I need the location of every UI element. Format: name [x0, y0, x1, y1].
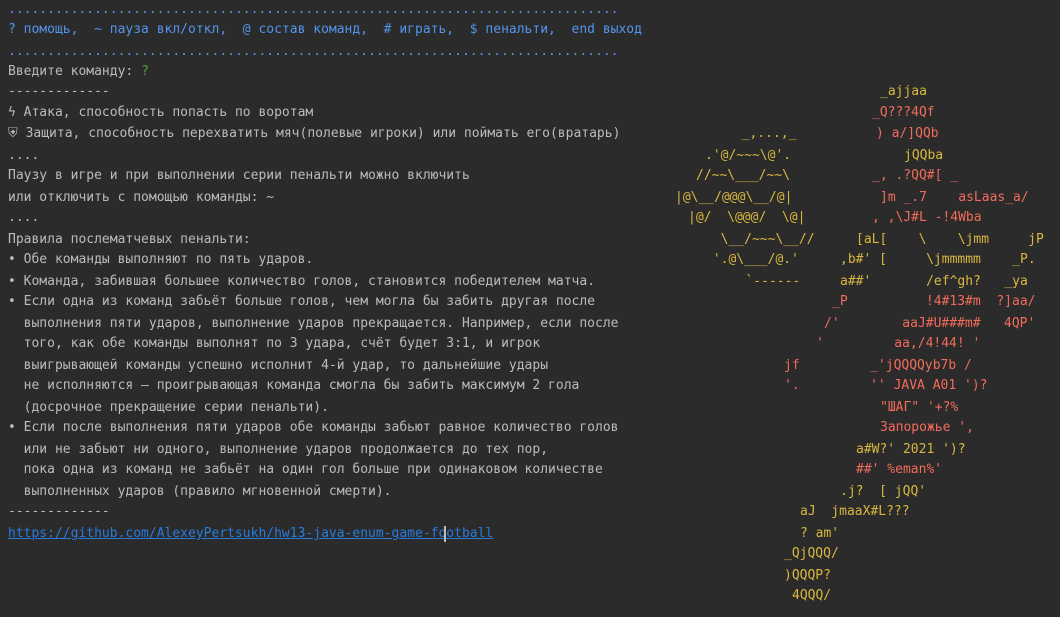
car-art-line: , ,\J#L -!4Wba [872, 210, 982, 225]
ball-art-line: _,...,_ [726, 126, 797, 141]
car-art-line: ##' %eman%' [856, 462, 943, 477]
car-art-line: .j? [ jQQ' [840, 484, 927, 499]
car-art-line: ]m _.7 asLaas_a/ [880, 190, 1029, 205]
ball-art-line: |@\__/@@@\__/@| [675, 190, 793, 205]
ball-art-line: .'@/~~~\@'. [705, 148, 792, 163]
ball-art-line: //~~\___/~~\ [696, 168, 790, 183]
car-art-line: a#W?' 2021 ')? [856, 442, 966, 457]
ball-art-line: \__/~~~\__// [705, 232, 815, 247]
dash-separator-bottom: ------------- [8, 504, 110, 519]
rule-line: выигрывающей команды успешно исполнит 4-… [8, 358, 549, 373]
command-prompt[interactable]: Введите команду: ? [8, 62, 149, 82]
car-art-line: ? am' [800, 526, 840, 541]
car-art-line: ' aa,/4!44! ' [816, 336, 981, 351]
car-art-line: _QjQQQ/ [784, 546, 839, 561]
ball-art-line: |@/ \@@@/ \@| [688, 210, 806, 225]
rule-line: • Команда, забившая большее количество г… [8, 274, 595, 289]
attack-line: ϟ Атака, способность попасть по воротам [8, 105, 314, 120]
rule-line: (досрочное прекращение серии пенальти). [8, 400, 329, 415]
rule-line: выполненных ударов (правило мгновенной с… [8, 484, 392, 499]
rule-line: или не забьют ни одного, выполнение удар… [8, 442, 549, 457]
car-art-line: jQQba [904, 148, 944, 163]
pause-line-1: Паузу в игре и при выполнении серии пена… [8, 168, 470, 183]
rules-heading: Правила послематчевых пенальти: [8, 232, 251, 247]
separator-bottom: ........................................… [8, 44, 619, 59]
car-art-line: ) a/]QQb [876, 126, 939, 141]
car-art-line: 4QQQ/ [792, 588, 832, 603]
console-output: ........................................… [8, 0, 1053, 617]
car-art-line: _ajjaa [880, 84, 927, 99]
car-art-line: aJ jmaaX#L??? [800, 504, 910, 519]
prompt-input[interactable]: ? [141, 64, 149, 79]
car-art-line: jf _'jQQQQyb7b / [784, 358, 972, 373]
rule-line: пока одна из команд не забьёт на один го… [8, 462, 603, 477]
car-art-line: )QQQP? [784, 568, 831, 583]
car-art-line: /' aaJ#U###m# 4QP' [824, 316, 1036, 331]
rule-line: • Если после выполнения пяти ударов обе … [8, 420, 619, 435]
rule-line: • Если одна из команд забьёт больше голо… [8, 294, 595, 309]
rule-line: не исполняются — проигрывающая команда с… [8, 378, 580, 393]
car-art-line: a##' /ef^gh? _ya [840, 274, 1028, 289]
rule-line: того, как обе команды выполнят по 3 удар… [8, 336, 541, 351]
car-art-line: "ШАГ" '+?% [880, 400, 959, 415]
ellipsis-line: .... [8, 210, 40, 225]
car-art-line: _Q???4Qf [872, 105, 935, 120]
ball-art-line: `------ [722, 274, 801, 289]
command-menu: ? помощь, ~ пауза вкл/откл, @ состав ком… [8, 22, 642, 37]
prompt-label: Введите команду: [8, 64, 142, 79]
car-art-line: _P !4#13#m ?]aa/ [832, 294, 1036, 309]
car-art-line: ,b#' [ \jmmmmm _P. [840, 252, 1036, 267]
ball-art-line: '.@\___/@.' [705, 252, 799, 267]
rule-line: • Обе команды выполняют по пять ударов. [8, 252, 314, 267]
rule-line: выполнения пяти ударов, выполнение ударо… [8, 316, 619, 331]
car-art-line: _, .?QQ#[ _ [872, 168, 959, 183]
car-art-line: '. '' JAVA A01 ')? [784, 378, 988, 393]
pause-line-2: или отключить с помощью команды: ~ [8, 190, 275, 205]
text-cursor [444, 526, 446, 542]
defense-line: ⛨ Защита, способность перехватить мяч(по… [8, 126, 621, 141]
github-link[interactable]: https://github.com/AlexeyPertsukh/hw13-j… [8, 524, 493, 544]
ellipsis-line: .... [8, 148, 40, 163]
car-art-line: Запорожье ', [880, 420, 974, 435]
dash-separator-top: ------------- [8, 84, 110, 99]
car-art-line: [aL[ \ \jmm jP [856, 232, 1044, 247]
separator-top: ........................................… [8, 2, 619, 17]
